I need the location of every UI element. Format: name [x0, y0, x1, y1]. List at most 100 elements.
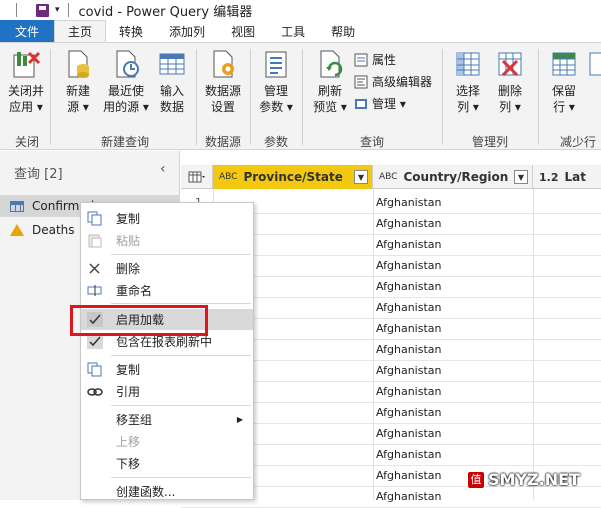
remove-columns-label-1: 删除: [497, 84, 522, 98]
tab-help[interactable]: 帮助: [318, 20, 368, 42]
cell-country-region[interactable]: Afghanistan: [376, 196, 441, 209]
choose-columns-label-2: 列 ▾: [457, 100, 479, 114]
menu-item-duplicate[interactable]: 复制: [81, 359, 253, 380]
tab-tools[interactable]: 工具: [268, 20, 318, 42]
menu-item-rename[interactable]: 重命名: [81, 280, 253, 301]
rename-icon: [87, 283, 103, 298]
new-source-label-1: 新建: [65, 84, 90, 98]
manage-label: 管理 ▾: [372, 97, 406, 111]
decimal-type-icon: 1.2: [539, 170, 559, 184]
cell-country-region[interactable]: Afghanistan: [376, 385, 441, 398]
ribbon: 关闭并 应用 ▾ 新建 源 ▾ 最近使 用的源 ▾ 输入 数据 数据源 设置 管…: [0, 42, 601, 150]
cell-country-region[interactable]: Afghanistan: [376, 406, 441, 419]
cell-country-region[interactable]: Afghanistan: [376, 427, 441, 440]
keep-rows-label-2: 行 ▾: [553, 100, 575, 114]
tab-view[interactable]: 视图: [218, 20, 268, 42]
menu-separator: [111, 405, 251, 406]
cell-country-region[interactable]: Afghanistan: [376, 490, 441, 503]
tab-home[interactable]: 主页: [54, 20, 107, 42]
refresh-preview-label-2: 预览 ▾: [313, 100, 347, 114]
menu-label: 创建函数...: [116, 485, 176, 499]
group-separator: [250, 49, 251, 145]
menu-label: 移至组: [116, 413, 153, 427]
refresh-preview-button[interactable]: 刷新 预览 ▾: [308, 49, 352, 115]
menu-item-move-up[interactable]: 上移: [81, 431, 253, 452]
menu-item-move-to-group[interactable]: 移至组 ▶: [81, 409, 253, 430]
recent-sources-label-1: 最近使: [107, 84, 144, 98]
new-source-button[interactable]: 新建 源 ▾: [58, 49, 98, 115]
cell-country-region[interactable]: Afghanistan: [376, 469, 441, 482]
customize-quick-access-icon[interactable]: ▾: [55, 5, 60, 15]
properties-icon: [354, 53, 368, 67]
recent-sources-button[interactable]: 最近使 用的源 ▾: [100, 49, 152, 115]
group-separator: [196, 49, 197, 145]
menu-item-reference[interactable]: 引用: [81, 381, 253, 402]
advanced-editor-button[interactable]: 高级编辑器: [354, 73, 432, 90]
cell-country-region[interactable]: Afghanistan: [376, 343, 441, 356]
remove-rows-button[interactable]: [588, 49, 601, 83]
title-separator: [67, 3, 69, 17]
cell-country-region[interactable]: Afghanistan: [376, 364, 441, 377]
cell-country-region[interactable]: Afghanistan: [376, 238, 441, 251]
tab-file[interactable]: 文件: [0, 20, 55, 42]
remove-columns-icon: [495, 49, 525, 79]
cell-country-region[interactable]: Afghanistan: [376, 301, 441, 314]
close-apply-icon: [11, 49, 41, 79]
cell-country-region[interactable]: Afghanistan: [376, 448, 441, 461]
close-apply-label-1: 关闭并: [7, 84, 44, 98]
enter-data-button[interactable]: 输入 数据: [154, 49, 190, 115]
copy-icon: [87, 211, 103, 226]
save-icon[interactable]: [36, 3, 49, 17]
tab-transform[interactable]: 转换: [106, 20, 156, 42]
data-source-settings-button[interactable]: 数据源 设置: [200, 49, 246, 115]
grid-header: ABC Province/State ▼ ABC Country/Region …: [181, 165, 601, 189]
remove-columns-button[interactable]: 删除 列 ▾: [490, 49, 530, 115]
menu-separator: [111, 477, 251, 478]
manage-parameters-button[interactable]: 管理 参数 ▾: [254, 49, 298, 115]
cell-country-region[interactable]: Afghanistan: [376, 322, 441, 335]
column-label: Lat: [564, 170, 586, 184]
data-source-settings-label-1: 数据源: [204, 84, 241, 98]
new-source-label-2: 源 ▾: [67, 100, 89, 114]
column-header-province-state[interactable]: ABC Province/State ▼: [213, 165, 373, 189]
menu-item-delete[interactable]: 删除: [81, 258, 253, 279]
cell-country-region[interactable]: Afghanistan: [376, 280, 441, 293]
menu-item-move-down[interactable]: 下移: [81, 453, 253, 474]
table-menu-button[interactable]: [181, 165, 213, 189]
group-label-reduce-rows: 减少行: [560, 135, 597, 149]
advanced-editor-label: 高级编辑器: [372, 75, 433, 89]
title-bar: ▾ covid - Power Query 编辑器: [0, 0, 601, 20]
cell-country-region[interactable]: Afghanistan: [376, 259, 441, 272]
column-label: Province/State: [243, 170, 343, 184]
group-separator: [442, 49, 443, 145]
keep-rows-label-1: 保留: [551, 84, 576, 98]
keep-rows-button[interactable]: 保留 行 ▾: [544, 49, 584, 115]
table-icon: [10, 200, 24, 212]
tab-add-column[interactable]: 添加列: [156, 20, 218, 42]
menu-item-paste[interactable]: 粘贴: [81, 230, 253, 251]
advanced-editor-icon: [354, 75, 368, 89]
recent-sources-icon: [111, 49, 141, 79]
close-apply-button[interactable]: 关闭并 应用 ▾: [4, 49, 48, 115]
manage-button[interactable]: 管理 ▾: [354, 95, 406, 112]
column-filter-dropdown[interactable]: ▼: [514, 170, 528, 184]
data-source-settings-icon: [208, 49, 238, 79]
cell-country-region[interactable]: Afghanistan: [376, 217, 441, 230]
column-header-lat[interactable]: 1.2 Lat: [533, 165, 601, 189]
link-icon: [87, 384, 103, 399]
group-separator: [302, 49, 303, 145]
column-header-country-region[interactable]: ABC Country/Region ▼: [373, 165, 533, 189]
text-type-icon: ABC: [379, 171, 398, 182]
choose-columns-label-1: 选择: [455, 84, 480, 98]
highlight-annotation-box: [70, 305, 208, 336]
ribbon-tabs: 文件 主页 转换 添加列 视图 工具 帮助: [0, 20, 601, 42]
menu-label: 下移: [116, 457, 141, 471]
group-label-manage-columns: 管理列: [471, 135, 508, 149]
menu-item-copy[interactable]: 复制: [81, 208, 253, 229]
choose-columns-button[interactable]: 选择 列 ▾: [448, 49, 488, 115]
column-filter-dropdown[interactable]: ▼: [354, 170, 368, 184]
properties-button[interactable]: 属性: [354, 51, 396, 68]
menu-item-create-function[interactable]: 创建函数...: [81, 481, 253, 502]
column-divider: [533, 189, 534, 500]
collapse-pane-button[interactable]: ‹: [160, 161, 166, 177]
